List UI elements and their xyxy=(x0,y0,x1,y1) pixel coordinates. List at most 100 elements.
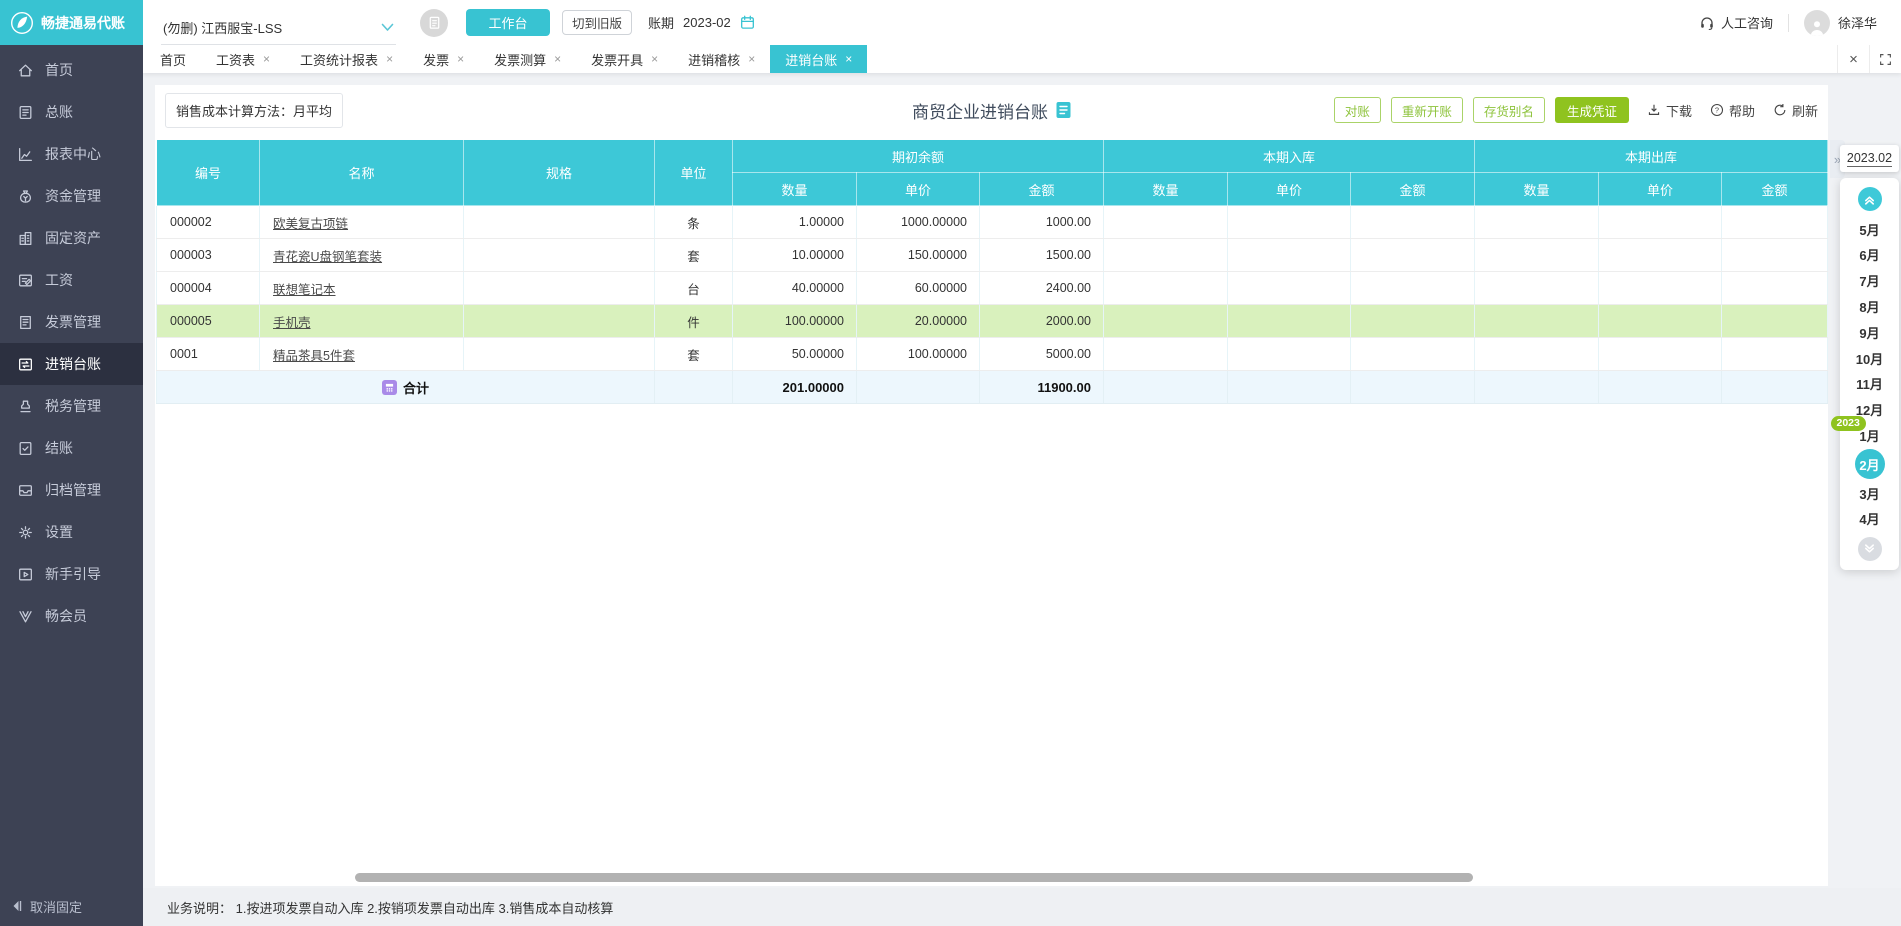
reopen-account-button[interactable]: 重新开账 xyxy=(1390,97,1463,123)
tab-close-icon[interactable]: × xyxy=(554,53,561,65)
tab-close-icon[interactable]: × xyxy=(651,53,658,65)
month-4月[interactable]: 4月 xyxy=(1854,507,1886,531)
sidebar-item-fund[interactable]: 资金管理 xyxy=(0,175,143,217)
fullscreen-icon[interactable] xyxy=(1869,45,1901,73)
col-header-unit[interactable]: 单位 xyxy=(654,139,733,206)
avatar[interactable] xyxy=(1803,9,1830,36)
tab-发票[interactable]: 发票 × xyxy=(408,45,479,73)
tab-发票测算[interactable]: 发票测算 × xyxy=(479,45,576,73)
cell-in-qty xyxy=(1103,337,1228,371)
subcol-amount[interactable]: 金额 xyxy=(1350,172,1475,206)
tab-发票开具[interactable]: 发票开具 × xyxy=(576,45,673,73)
sidebar-item-report[interactable]: 报表中心 xyxy=(0,133,143,175)
month-8月[interactable]: 8月 xyxy=(1854,294,1886,318)
subcol-price[interactable]: 单价 xyxy=(1598,172,1722,206)
home-icon xyxy=(17,62,34,79)
sidebar-item-tax[interactable]: 税务管理 xyxy=(0,385,143,427)
tab-bar: 首页 工资表 × 工资统计报表 × 发票 × 发票测算 × 发票开具 × 进销稽核 × 进销台账 × × xyxy=(143,45,1901,73)
cell-opening-amount: 1000.00 xyxy=(979,205,1104,239)
sidebar-item-ledger[interactable]: 总账 xyxy=(0,91,143,133)
download-icon xyxy=(1647,103,1661,117)
subcol-price[interactable]: 单价 xyxy=(856,172,980,206)
sidebar-item-archive[interactable]: 归档管理 xyxy=(0,469,143,511)
month-7月[interactable]: 7月 xyxy=(1854,269,1886,293)
month-5月[interactable]: 5月 xyxy=(1854,217,1886,241)
item-name-link[interactable]: 手机壳 xyxy=(273,316,311,330)
sidebar-item-settle[interactable]: 结账 xyxy=(0,427,143,469)
horizontal-scrollbar-thumb[interactable] xyxy=(355,873,1473,882)
workbench-button[interactable]: 工作台 xyxy=(466,9,550,36)
sidebar-item-salary[interactable]: 工资 xyxy=(0,259,143,301)
tab-close-icon[interactable]: × xyxy=(845,53,852,65)
invoice-icon xyxy=(17,314,34,331)
cell-in-amount xyxy=(1350,238,1475,272)
reconcile-button[interactable]: 对账 xyxy=(1333,97,1381,123)
sidebar-item-asset[interactable]: 固定资产 xyxy=(0,217,143,259)
tab-close-icon[interactable]: × xyxy=(386,53,393,65)
app-logo: 畅捷通易代账 xyxy=(0,0,143,45)
month-3月[interactable]: 3月 xyxy=(1854,481,1886,505)
item-name-link[interactable]: 精品茶具5件套 xyxy=(273,349,355,363)
month-11月[interactable]: 11月 xyxy=(1854,372,1886,396)
col-header-code[interactable]: 编号 xyxy=(156,139,260,206)
generate-voucher-button[interactable]: 生成凭证 xyxy=(1554,97,1629,123)
subcol-qty[interactable]: 数量 xyxy=(1103,172,1228,206)
item-name-link[interactable]: 联想笔记本 xyxy=(273,283,336,297)
col-header-spec[interactable]: 规格 xyxy=(463,139,655,206)
close-tabs-icon[interactable]: × xyxy=(1837,45,1869,73)
tab-close-icon[interactable]: × xyxy=(263,53,270,65)
calculator-icon xyxy=(381,379,397,395)
tab-close-icon[interactable]: × xyxy=(457,53,464,65)
refresh-button[interactable]: 刷新 xyxy=(1773,101,1818,120)
total-label-wrap: 合计 xyxy=(158,378,654,397)
download-button[interactable]: 下载 xyxy=(1647,101,1692,120)
calendar-icon xyxy=(740,15,755,30)
sidebar-item-guide[interactable]: 新手引导 xyxy=(0,553,143,595)
tab-进销稽核[interactable]: 进销稽核 × xyxy=(673,45,770,73)
cell-out-amount xyxy=(1721,304,1828,338)
sidebar-item-label: 畅会员 xyxy=(45,608,87,624)
col-header-name[interactable]: 名称 xyxy=(259,139,464,206)
switch-old-version-button[interactable]: 切到旧版 xyxy=(562,10,633,35)
table-row: 000002 欧美复古项链 条 1.00000 1000.00000 1000.00 xyxy=(156,205,1828,239)
tab-工资表[interactable]: 工资表 × xyxy=(201,45,285,73)
sidebar-item-member[interactable]: 畅会员 xyxy=(0,595,143,637)
item-name-link[interactable]: 欧美复古项链 xyxy=(273,217,348,231)
tab-首页[interactable]: 首页 xyxy=(145,45,201,73)
month-10月[interactable]: 10月 xyxy=(1854,346,1886,370)
tab-工资统计报表[interactable]: 工资统计报表 × xyxy=(285,45,408,73)
month-2月[interactable]: 2月 xyxy=(1854,449,1885,480)
subcol-qty[interactable]: 数量 xyxy=(1474,172,1599,206)
cell-opening-qty: 10.00000 xyxy=(732,238,857,272)
logo-text: 畅捷通易代账 xyxy=(41,14,125,31)
subcol-amount[interactable]: 金额 xyxy=(1721,172,1828,206)
support-link[interactable]: 人工咨询 xyxy=(1699,13,1773,32)
account-selector[interactable]: (勿删) 江西服宝-LSS xyxy=(161,18,396,45)
page-title-wrap: 商贸企业进销台账 xyxy=(912,98,1071,123)
months-scroll-down-icon[interactable] xyxy=(1857,537,1882,561)
stock-alias-button[interactable]: 存货别名 xyxy=(1472,97,1545,123)
sidebar-item-home[interactable]: 首页 xyxy=(0,49,143,91)
sidebar-item-inout[interactable]: 进销台账 xyxy=(0,343,143,385)
months-list: 5月 6月 7月 8月 9月 10月 11月 12月 1月 2023 2月 3月 4月 xyxy=(1830,211,1886,537)
subcol-amount[interactable]: 金额 xyxy=(979,172,1104,206)
fund-icon xyxy=(17,188,34,205)
cell-code: 000003 xyxy=(156,238,260,272)
accounting-period[interactable]: 账期 2023-02 xyxy=(648,13,755,32)
months-scroll-up-icon[interactable] xyxy=(1857,187,1882,211)
month-6月[interactable]: 6月 xyxy=(1854,243,1886,267)
current-period-box[interactable]: 2023.02 xyxy=(1840,145,1899,172)
item-name-link[interactable]: 青花瓷U盘钢笔套装 xyxy=(273,250,382,264)
subcol-price[interactable]: 单价 xyxy=(1227,172,1351,206)
notepad-icon[interactable] xyxy=(420,8,448,37)
tab-进销台账[interactable]: 进销台账 × xyxy=(770,45,868,73)
title-doc-icon[interactable] xyxy=(1055,101,1071,119)
sidebar-item-settings[interactable]: 设置 xyxy=(0,511,143,553)
sidebar-item-invoice[interactable]: 发票管理 xyxy=(0,301,143,343)
month-9月[interactable]: 9月 xyxy=(1854,320,1886,344)
help-button[interactable]: ? 帮助 xyxy=(1710,101,1755,120)
tab-close-icon[interactable]: × xyxy=(748,53,755,65)
subcol-qty[interactable]: 数量 xyxy=(732,172,857,206)
month-1月[interactable]: 1月 2023 xyxy=(1830,415,1886,448)
unpin-sidebar-button[interactable]: 取消固定 xyxy=(0,892,143,920)
